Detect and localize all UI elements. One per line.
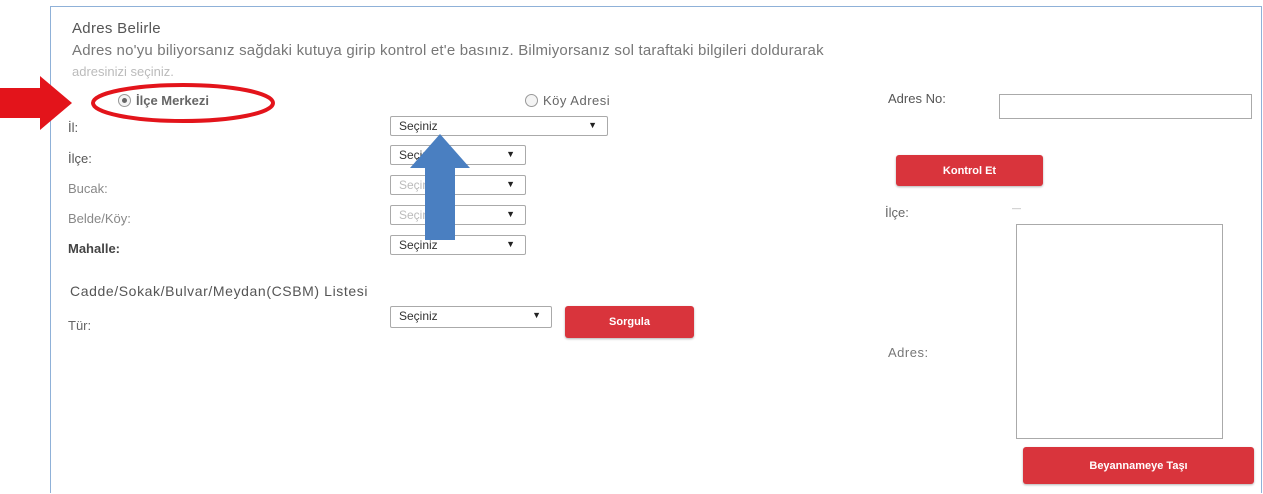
red-arrow-icon <box>0 76 72 130</box>
red-highlight-ellipse <box>91 83 275 123</box>
blue-up-arrow-icon <box>410 134 470 240</box>
annotation-overlay <box>0 76 470 240</box>
